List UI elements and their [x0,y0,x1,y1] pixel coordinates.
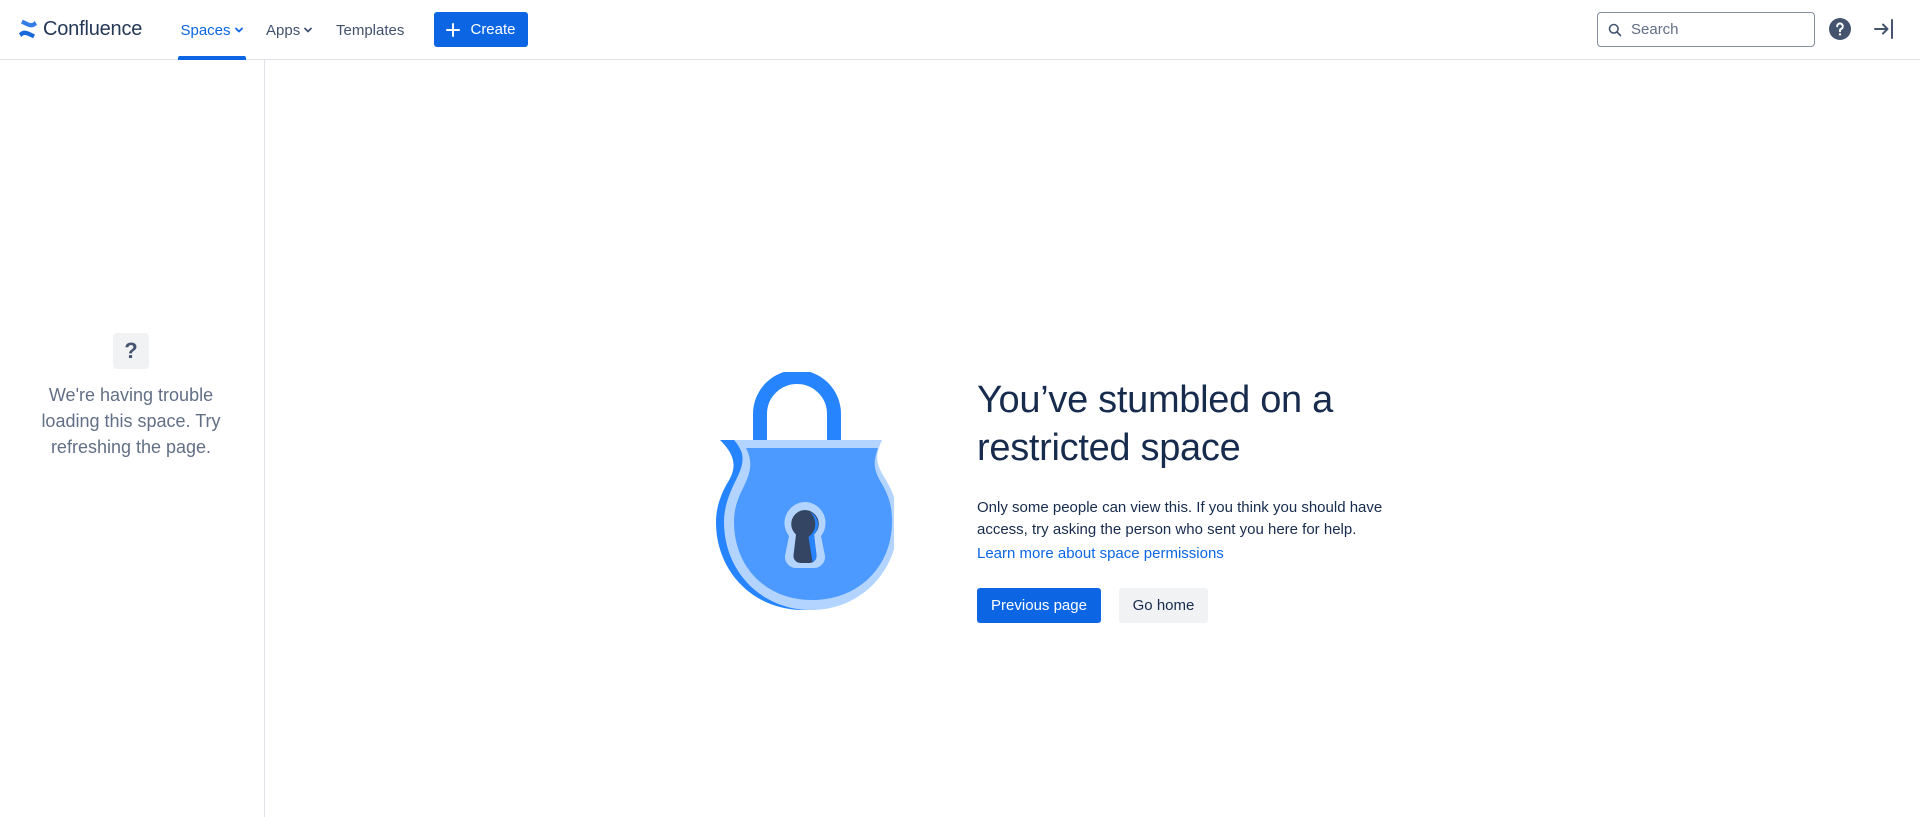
plus-icon [446,22,461,37]
previous-page-button[interactable]: Previous page [977,588,1101,623]
log-in-button[interactable] [1872,17,1896,41]
learn-more-link[interactable]: Learn more about space permissions [977,543,1224,565]
nav-apps[interactable]: Apps [266,0,313,60]
nav-apps-label: Apps [266,21,301,39]
chevron-down-icon [304,27,313,33]
logo-text: Confluence [43,17,143,40]
restriction-description: Only some people can view this. If you t… [977,499,1383,538]
go-home-button[interactable]: Go home [1119,588,1208,623]
search-input[interactable] [1631,21,1801,38]
help-button[interactable] [1828,17,1852,41]
confluence-logo[interactable]: Confluence [17,17,142,41]
padlock-illustration [716,372,894,610]
nav-spaces-label: Spaces [180,21,231,39]
nav-templates[interactable]: Templates [336,0,404,60]
page-heading: You’ve stumbled on a restricted space [977,379,1333,469]
search-box[interactable] [1597,12,1815,47]
nav-spaces[interactable]: Spaces [178,0,246,60]
sidebar-error-message: We're having trouble loading this space.… [41,385,221,457]
search-icon [1608,23,1622,36]
create-button-label: Create [470,21,516,38]
chevron-down-icon [234,27,243,33]
log-in-icon [1874,19,1893,39]
create-button[interactable]: Create [434,12,528,47]
question-mark-icon: ? [113,333,149,369]
confluence-logo-icon [19,19,37,39]
nav-templates-label: Templates [336,21,405,39]
top-navigation: Confluence Spaces Apps Templates Create [0,0,1920,60]
help-icon [1829,18,1851,40]
